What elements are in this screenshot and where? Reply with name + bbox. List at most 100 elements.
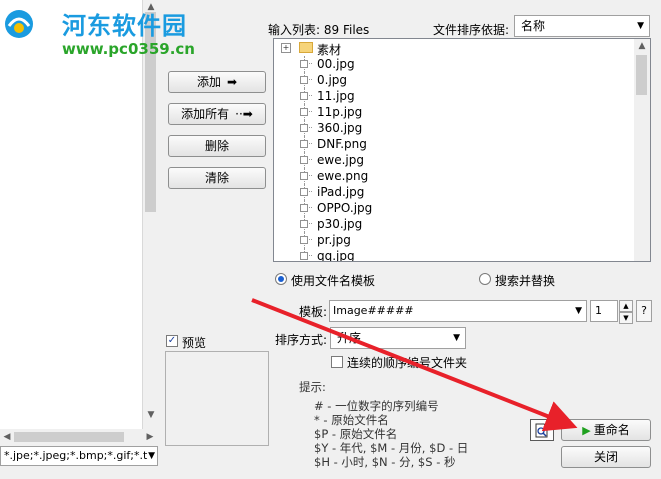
list-item[interactable]: pr.jpg	[274, 232, 634, 248]
preview-file-button[interactable]	[530, 419, 554, 441]
chevron-down-icon[interactable]: ▼	[575, 301, 582, 321]
file-filter-value: *.jpe;*.jpeg;*.bmp;*.gif;*.t	[4, 449, 148, 462]
clear-button[interactable]: 清除	[168, 167, 266, 189]
watermark-title: 河东软件园	[62, 12, 187, 40]
template-mode-radio[interactable]	[275, 273, 287, 285]
add-button-label: 添加	[196, 75, 221, 89]
scroll-thumb[interactable]	[636, 55, 647, 95]
file-filter-combo[interactable]: *.jpe;*.jpeg;*.bmp;*.gif;*.t ▼	[0, 446, 158, 466]
list-item[interactable]: 11.jpg	[274, 88, 634, 104]
chevron-down-icon[interactable]: ▼	[637, 16, 644, 36]
left-horizontal-scrollbar[interactable]: ◀ ▶	[0, 429, 158, 445]
template-label: 模板:	[299, 305, 328, 319]
chevron-down-icon[interactable]: ▼	[453, 328, 460, 348]
file-name: DNF.png	[317, 137, 367, 151]
file-name: pr.jpg	[317, 233, 351, 247]
list-item[interactable]: iPad.jpg	[274, 184, 634, 200]
chevron-down-icon[interactable]: ▼	[148, 447, 155, 465]
file-list-scrollbar[interactable]: ▲	[634, 39, 650, 261]
magnifier-page-icon	[535, 423, 548, 438]
hint-line: $H - 小时, $N - 分, $S - 秒	[314, 455, 456, 469]
file-name: 360.jpg	[317, 121, 363, 135]
arrow-right-icon: ➡	[226, 75, 238, 89]
start-number-input[interactable]: 1	[590, 300, 618, 322]
spin-up-icon[interactable]: ▲	[619, 300, 633, 312]
file-name: iPad.jpg	[317, 185, 365, 199]
search-replace-radio[interactable]	[479, 273, 491, 285]
template-help-button[interactable]: ?	[636, 300, 652, 322]
scroll-left-icon[interactable]: ◀	[0, 429, 14, 445]
add-all-button[interactable]: 添加所有 ··➡	[168, 103, 266, 125]
expand-icon[interactable]: +	[281, 43, 291, 53]
list-item[interactable]: qq.jpg	[274, 248, 634, 262]
search-replace-label[interactable]: 搜索并替换	[495, 272, 555, 289]
file-node-icon	[300, 172, 308, 180]
close-button[interactable]: 关闭	[561, 446, 651, 468]
scroll-up-icon[interactable]: ▲	[634, 39, 650, 53]
template-value: Image#####	[333, 304, 414, 317]
file-node-icon	[300, 220, 308, 228]
input-list-header: 输入列表: 89 Files	[268, 21, 369, 38]
spin-down-icon[interactable]: ▼	[619, 312, 633, 324]
list-item[interactable]: 00.jpg	[274, 56, 634, 72]
file-name: qq.jpg	[317, 249, 355, 262]
remove-button-label: 删除	[204, 139, 229, 153]
sort-by-label: 文件排序依据:	[433, 23, 510, 37]
start-number-spinner[interactable]: ▲ ▼	[619, 300, 633, 324]
scroll-down-icon[interactable]: ▼	[143, 408, 159, 422]
preview-checkbox[interactable]: ✓	[166, 335, 178, 347]
file-node-icon	[300, 140, 308, 148]
arrow-right-dotted-icon: ··➡	[235, 107, 253, 121]
list-item[interactable]: ewe.png	[274, 168, 634, 184]
add-all-button-label: 添加所有	[181, 107, 230, 121]
list-item[interactable]: ewe.jpg	[274, 152, 634, 168]
file-name: ewe.jpg	[317, 153, 364, 167]
hscroll-thumb[interactable]	[14, 432, 124, 442]
input-list-count: 89 Files	[323, 23, 370, 37]
sort-by-combo[interactable]: 名称 ▼	[514, 15, 650, 37]
add-button[interactable]: 添加 ➡	[168, 71, 266, 93]
sort-method-combo[interactable]: 升序 ▼	[330, 327, 466, 349]
left-vertical-scrollbar[interactable]: ▲ ▼	[142, 0, 159, 429]
template-input[interactable]: Image##### ▼	[329, 300, 587, 322]
file-name: 0.jpg	[317, 73, 348, 87]
watermark-logo-icon	[5, 10, 33, 38]
file-name: 00.jpg	[317, 57, 355, 71]
continuous-folder-checkbox[interactable]	[331, 356, 343, 368]
file-node-icon	[300, 188, 308, 196]
file-node-icon	[300, 76, 308, 84]
folder-icon	[299, 42, 313, 53]
file-name: OPPO.jpg	[317, 201, 373, 215]
input-file-list[interactable]: + 素材 00.jpg 0.jpg 11.jpg 11p.jpg 360.jpg DNF.pn…	[273, 38, 651, 262]
sort-method-value: 升序	[337, 331, 362, 345]
folder-browser-panel[interactable]	[0, 0, 159, 429]
list-item[interactable]: p30.jpg	[274, 216, 634, 232]
list-item[interactable]: + 素材	[274, 40, 634, 57]
start-number-value: 1	[595, 304, 602, 317]
list-item[interactable]: 11p.jpg	[274, 104, 634, 120]
list-item[interactable]: 360.jpg	[274, 120, 634, 136]
play-icon: ▶	[582, 424, 591, 437]
list-item[interactable]: 0.jpg	[274, 72, 634, 88]
sort-by-value: 名称	[521, 19, 546, 33]
file-name: 11.jpg	[317, 89, 355, 103]
sort-method-label: 排序方式:	[275, 333, 328, 347]
close-button-label: 关闭	[593, 450, 618, 464]
rename-button[interactable]: ▶ 重命名	[561, 419, 651, 441]
remove-button[interactable]: 删除	[168, 135, 266, 157]
scroll-right-icon[interactable]: ▶	[143, 429, 157, 445]
file-node-icon	[300, 236, 308, 244]
watermark-url: www.pc0359.cn	[62, 40, 195, 58]
file-node-icon	[300, 156, 308, 164]
list-item[interactable]: OPPO.jpg	[274, 200, 634, 216]
rename-button-label: 重命名	[593, 423, 630, 437]
file-node-icon	[300, 204, 308, 212]
input-list-label: 输入列表:	[268, 23, 321, 37]
file-node-icon	[300, 60, 308, 68]
file-node-icon	[300, 92, 308, 100]
preview-label[interactable]: 预览	[182, 334, 206, 351]
continuous-folder-label[interactable]: 连续的顺序编号文件夹	[347, 354, 467, 371]
list-item[interactable]: DNF.png	[274, 136, 634, 152]
template-mode-label[interactable]: 使用文件名模板	[291, 272, 375, 289]
clear-button-label: 清除	[204, 171, 229, 185]
